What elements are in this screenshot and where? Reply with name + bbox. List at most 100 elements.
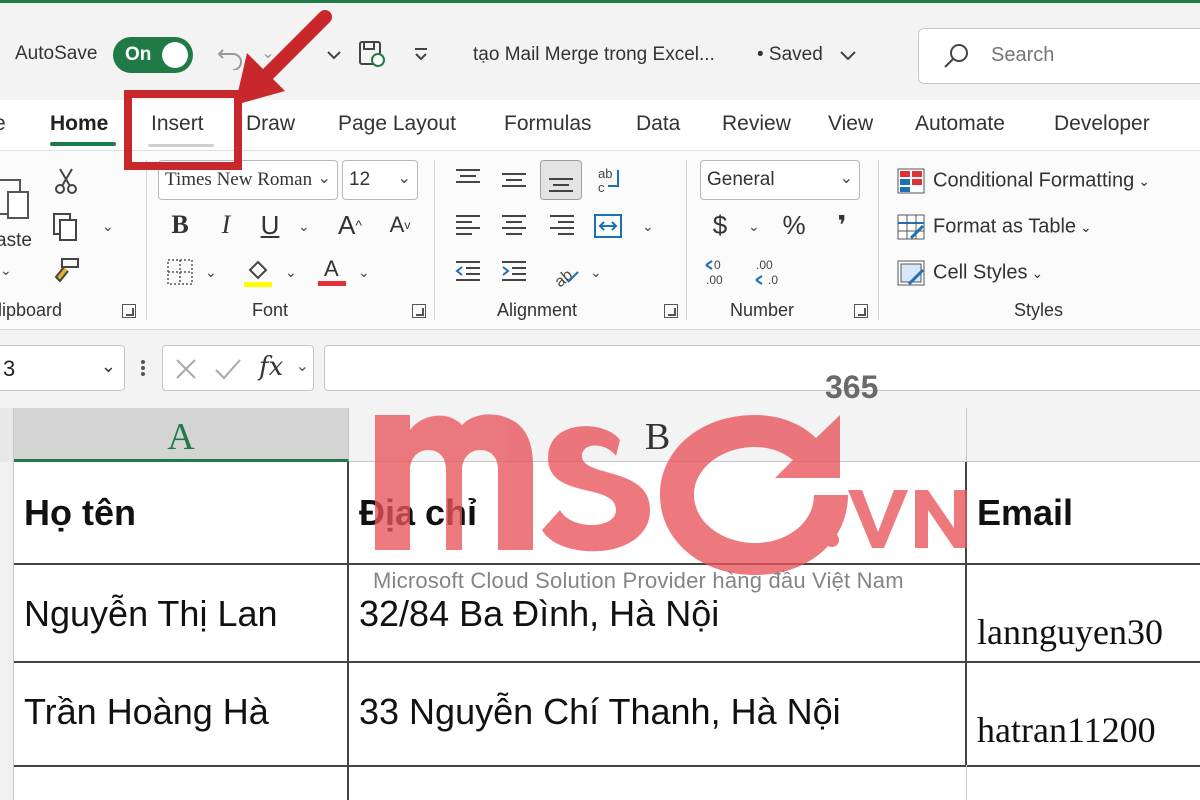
- cancel-icon[interactable]: [173, 356, 199, 382]
- cell-c1[interactable]: Email: [965, 462, 1200, 565]
- italic-icon[interactable]: I: [210, 210, 242, 242]
- bold-icon[interactable]: B: [164, 210, 196, 242]
- font-color-dropdown-icon[interactable]: ⌄: [358, 264, 370, 281]
- tab-draw[interactable]: Draw: [246, 112, 295, 136]
- tab-formulas[interactable]: Formulas: [504, 112, 592, 136]
- increase-indent-icon[interactable]: [498, 256, 530, 288]
- decrease-indent-icon[interactable]: [452, 256, 484, 288]
- tab-page-layout[interactable]: Page Layout: [338, 112, 456, 136]
- format-as-table-label: Format as Table: [933, 215, 1077, 238]
- cell-styles-button[interactable]: Cell Styles ⌄: [897, 260, 1043, 286]
- align-right-icon[interactable]: [546, 210, 578, 242]
- cell-a4[interactable]: [14, 765, 349, 800]
- fx-chevron-icon[interactable]: ⌄: [296, 356, 309, 376]
- decrease-decimal-icon[interactable]: .00.0: [752, 256, 784, 288]
- tab-review[interactable]: Review: [722, 112, 791, 136]
- group-separator: [434, 160, 435, 320]
- select-all-corner[interactable]: [0, 408, 14, 462]
- fill-color-icon[interactable]: [242, 256, 274, 288]
- tab-automate[interactable]: Automate: [915, 112, 1005, 136]
- borders-dropdown-icon[interactable]: ⌄: [205, 264, 217, 281]
- autosave-toggle[interactable]: On: [113, 37, 193, 73]
- svg-text:A: A: [324, 256, 339, 281]
- align-left-icon[interactable]: [452, 210, 484, 242]
- cell-b3[interactable]: 33 Nguyễn Chí Thanh, Hà Nội: [347, 661, 967, 767]
- formula-input[interactable]: [324, 345, 1200, 391]
- font-size-combo[interactable]: 12 ⌄: [342, 160, 418, 200]
- wrap-text-icon[interactable]: ab c: [594, 164, 626, 196]
- paste-icon[interactable]: [0, 170, 34, 230]
- font-color-icon[interactable]: A: [316, 254, 348, 286]
- cut-icon[interactable]: [50, 165, 82, 197]
- number-format-chevron-icon: ⌄: [839, 170, 853, 187]
- paste-dropdown-icon[interactable]: ⌄: [0, 262, 12, 279]
- number-format-combo[interactable]: General ⌄: [700, 160, 860, 200]
- cell-a3[interactable]: Trần Hoàng Hà: [14, 661, 349, 767]
- format-as-table-button[interactable]: Format as Table ⌄: [897, 214, 1092, 240]
- watermark-tagline: Microsoft Cloud Solution Provider hàng đ…: [373, 568, 904, 593]
- alignment-launcher-icon[interactable]: [664, 304, 678, 318]
- document-title[interactable]: tạo Mail Merge trong Excel...: [473, 44, 715, 66]
- column-header-a[interactable]: A: [14, 408, 349, 462]
- autosave-state: On: [125, 44, 152, 65]
- orientation-icon[interactable]: ab: [550, 256, 582, 291]
- cell-styles-chevron-icon: ⌄: [1031, 265, 1044, 282]
- title-chevron-down-icon[interactable]: [832, 40, 864, 72]
- paste-label[interactable]: aste: [0, 230, 32, 252]
- align-bottom-icon[interactable]: [540, 160, 582, 200]
- cell-b1[interactable]: Địa chỉ: [347, 462, 967, 565]
- underline-dropdown-icon[interactable]: ⌄: [298, 218, 310, 235]
- font-launcher-icon[interactable]: [412, 304, 426, 318]
- cell-text: Nguyễn Thị Lan: [24, 593, 278, 634]
- fill-color-dropdown-icon[interactable]: ⌄: [285, 264, 297, 281]
- save-refresh-icon[interactable]: [356, 38, 388, 70]
- column-header-b[interactable]: B: [349, 408, 967, 462]
- formula-bar-resize-icon[interactable]: [140, 356, 146, 380]
- currency-dropdown-icon[interactable]: ⌄: [748, 218, 760, 235]
- orientation-dropdown-icon[interactable]: ⌄: [590, 264, 602, 281]
- cell-c2[interactable]: lannguyen30: [965, 563, 1200, 663]
- borders-icon[interactable]: [164, 256, 196, 288]
- align-top-icon[interactable]: [452, 164, 484, 196]
- increase-font-size-icon[interactable]: A^: [334, 210, 366, 242]
- cell-a1[interactable]: Họ tên: [14, 462, 349, 565]
- cell-text: Địa chỉ: [359, 492, 478, 533]
- conditional-formatting-icon: [897, 168, 925, 194]
- currency-icon[interactable]: $: [704, 210, 736, 242]
- comma-style-icon[interactable]: ❜: [826, 210, 858, 242]
- tab-home[interactable]: Home: [50, 112, 108, 136]
- cell-c3[interactable]: hatran11200: [965, 661, 1200, 767]
- formula-buttons: fx ⌄: [162, 345, 314, 391]
- search-input[interactable]: [991, 44, 1191, 67]
- cell-a2[interactable]: Nguyễn Thị Lan: [14, 563, 349, 663]
- increase-decimal-icon[interactable]: 0.00: [704, 256, 736, 288]
- insert-function-icon[interactable]: fx: [259, 352, 283, 382]
- percent-icon[interactable]: %: [778, 210, 810, 242]
- clipboard-launcher-icon[interactable]: [122, 304, 136, 318]
- align-middle-icon[interactable]: [498, 164, 530, 196]
- number-launcher-icon[interactable]: [854, 304, 868, 318]
- underline-icon[interactable]: U: [254, 210, 286, 242]
- format-painter-icon[interactable]: [50, 255, 82, 287]
- copy-dropdown-icon[interactable]: ⌄: [102, 218, 114, 235]
- merge-dropdown-icon[interactable]: ⌄: [642, 218, 654, 235]
- conditional-formatting-button[interactable]: Conditional Formatting ⌄: [897, 168, 1150, 194]
- enter-check-icon[interactable]: [213, 356, 243, 382]
- font-name-chevron-icon: ⌄: [317, 170, 331, 187]
- tab-view[interactable]: View: [828, 112, 873, 136]
- saved-status[interactable]: • Saved: [757, 44, 823, 66]
- column-header-c[interactable]: [967, 408, 1200, 462]
- cell-b4[interactable]: [347, 765, 967, 800]
- group-separator: [878, 160, 879, 320]
- tab-developer[interactable]: Developer: [1054, 112, 1150, 136]
- name-box[interactable]: 3 ⌄: [0, 345, 125, 391]
- merge-center-icon[interactable]: [592, 210, 624, 242]
- tab-data[interactable]: Data: [636, 112, 680, 136]
- search-box[interactable]: [918, 28, 1200, 84]
- copy-icon[interactable]: [50, 210, 82, 242]
- customize-toolbar-icon[interactable]: [405, 38, 437, 70]
- decrease-font-size-icon[interactable]: Av: [384, 210, 416, 242]
- tab-file[interactable]: e: [0, 112, 6, 136]
- align-center-icon[interactable]: [498, 210, 530, 242]
- font-size-value: 12: [349, 169, 371, 190]
